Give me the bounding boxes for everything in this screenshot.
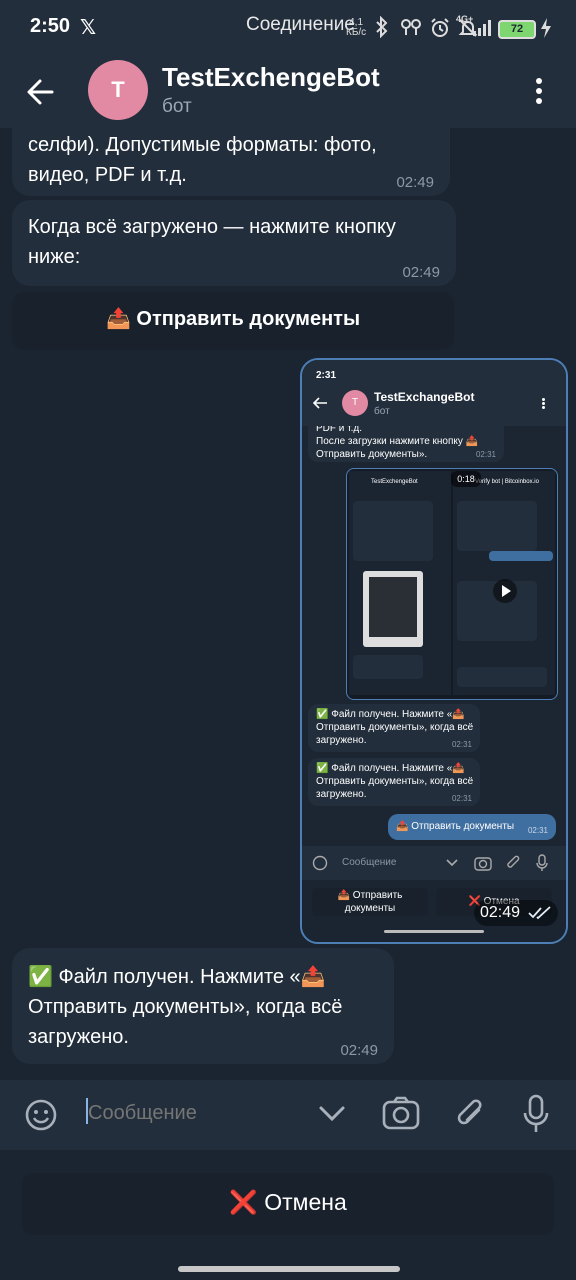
emoji-icon[interactable] (24, 1098, 58, 1132)
chat-title[interactable]: TestExchengeBot (162, 62, 380, 93)
video-duration: 0:18 (451, 471, 481, 487)
bluetooth-icon (376, 16, 388, 38)
screenshot-content: 2:31 T TestExchangeBot бот PDF и т.д. По… (302, 360, 566, 942)
microphone-icon[interactable] (522, 1094, 550, 1134)
alarm-icon (431, 18, 449, 37)
shot-status-time: 2:31 (316, 370, 337, 381)
connection-status: Соединение (246, 14, 355, 35)
speed-unit: КБ/с (346, 27, 367, 38)
cancel-button-label: ❌ Отмена (229, 1189, 347, 1215)
home-indicator[interactable] (178, 1266, 400, 1272)
shot-message-text: PDF и т.д. После загрузки нажмите кнопку… (316, 423, 479, 460)
screenshot-image[interactable]: 2:31 T TestExchangeBot бот PDF и т.д. По… (300, 358, 568, 944)
message-bubble[interactable]: Когда всё загружено — нажмите кнопку ниж… (12, 200, 456, 286)
message-time: 02:49 (402, 264, 440, 281)
shot-sent-message: 📤 Отправить документы 02:31 (388, 814, 556, 840)
shot-subtitle: бот (374, 406, 390, 417)
nested-left-msg (353, 501, 433, 561)
nested-phone-image (363, 571, 423, 647)
kebab-menu-icon[interactable] (532, 78, 546, 106)
shot-emoji-icon (312, 855, 328, 871)
message-input[interactable] (86, 1096, 310, 1130)
shot-btn-send-label: 📤 Отправить документы (337, 890, 403, 914)
double-check-icon (528, 906, 551, 920)
text-caret (86, 1098, 88, 1124)
chevron-down-icon[interactable] (318, 1104, 346, 1124)
shot-btn-send: 📤 Отправить документы (312, 888, 428, 916)
shot-back-icon (312, 397, 327, 409)
chat-subtitle: бот (162, 96, 192, 117)
shot-home-bar (384, 930, 484, 933)
shot-title: TestExchangeBot (374, 390, 475, 404)
signal-label: 4G+ (456, 14, 474, 24)
nested-right-sent (489, 551, 553, 561)
signal-icon (473, 20, 491, 36)
screenshot-time: 02:49 (480, 904, 521, 921)
nested-left-title: TestExchengeBot (371, 479, 418, 485)
message-time: 02:49 (396, 174, 434, 191)
paperclip-icon[interactable] (454, 1096, 486, 1132)
nested-right-msg (457, 501, 537, 551)
shot-input-placeholder: Сообщение (342, 857, 397, 868)
avatar[interactable]: T (88, 60, 148, 120)
inline-button-label: 📤 Отправить документы (105, 308, 361, 330)
x-app-icon: 𝕏 (80, 17, 97, 39)
earbuds-icon (401, 19, 421, 35)
shot-message-time: 02:31 (475, 450, 496, 459)
shot-clip-icon (507, 855, 520, 868)
inline-send-documents-button[interactable]: 📤 Отправить документы (12, 292, 454, 350)
message-text: Когда всё загружено — нажмите кнопку ниж… (28, 216, 396, 268)
battery-icon: 72 (498, 20, 536, 39)
shot-chevron-icon (446, 859, 458, 867)
shot-kebab-icon (542, 398, 545, 401)
message-text: ✅ Файл получен. Нажмите «📤 Отправить док… (28, 966, 343, 1048)
shot-header-edge (302, 420, 566, 426)
nested-left-msg2 (353, 655, 423, 679)
shot-file-time: 02:31 (451, 740, 472, 749)
shot-sent-text: 📤 Отправить документы (396, 821, 515, 832)
shot-sent-time: 02:31 (527, 826, 548, 835)
shot-file-message: ✅ Файл получен. Нажмите «📤 Отправить док… (308, 704, 480, 752)
status-time: 2:50 (30, 15, 71, 37)
nested-right-buttons (457, 667, 547, 687)
camera-icon[interactable] (382, 1096, 420, 1130)
shot-file-message: ✅ Файл получен. Нажмите «📤 Отправить док… (308, 758, 480, 806)
nested-left-panel: TestExchengeBot (349, 471, 451, 695)
shot-mic-icon (536, 854, 548, 871)
nested-phone-screen (369, 577, 417, 637)
cancel-button[interactable]: ❌ Отмена (22, 1173, 554, 1235)
shot-file-text: ✅ Файл получен. Нажмите «📤 Отправить док… (316, 763, 474, 800)
shot-camera-icon (474, 857, 492, 871)
network-speed: 4,1 КБ/с (346, 18, 366, 38)
shot-file-time: 02:31 (451, 794, 472, 803)
message-time: 02:49 (340, 1042, 378, 1059)
message-bubble[interactable]: ✅ Файл получен. Нажмите «📤 Отправить док… (12, 948, 394, 1064)
shot-message: PDF и т.д. После загрузки нажмите кнопку… (308, 422, 504, 462)
back-arrow-icon[interactable] (24, 72, 56, 112)
charging-icon (541, 18, 551, 38)
message-text: селфи). Допустимые форматы: фото, видео,… (28, 134, 377, 186)
nested-screenshot: TestExchengeBot Verify bot | Bitcoinbox.… (346, 468, 558, 700)
shot-input-bar: Сообщение (302, 846, 566, 880)
shot-avatar: T (342, 390, 368, 416)
nested-right-title: Verify bot | Bitcoinbox.io (475, 479, 539, 485)
shot-file-text: ✅ Файл получен. Нажмите «📤 Отправить док… (316, 709, 474, 746)
play-icon (493, 579, 517, 603)
